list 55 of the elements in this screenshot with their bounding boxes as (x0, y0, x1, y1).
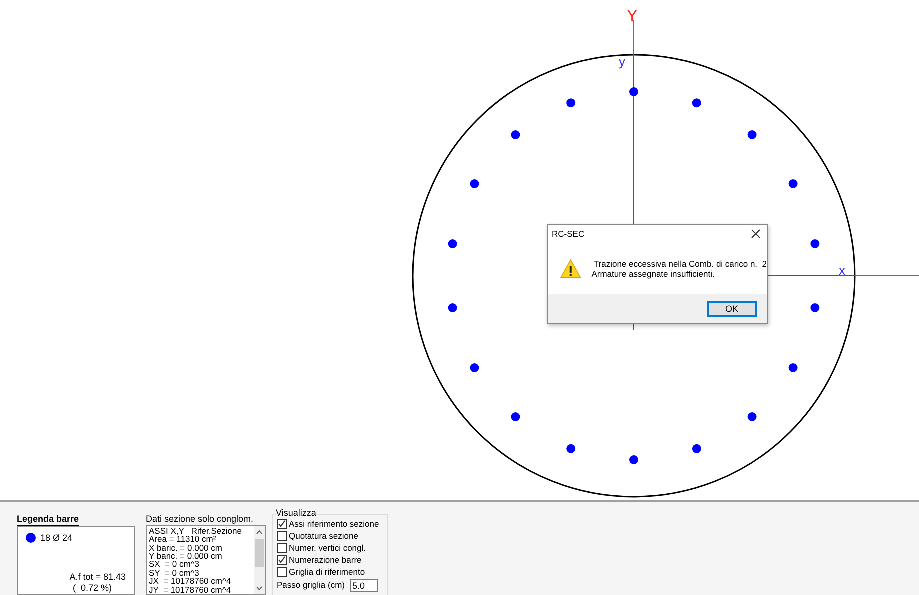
axis-label: y (619, 55, 626, 68)
scroll-down-icon[interactable] (256, 586, 263, 591)
legend-item-label: 18 Ø 24 (40, 532, 73, 544)
checkbox-label: Griglia di riferimento (289, 566, 366, 578)
group-title: Visualizza (276, 509, 316, 518)
data-line: ASSI X,Y Rifer.Sezione (149, 526, 243, 536)
rebar-dot (788, 364, 798, 372)
rebar-dot (470, 180, 480, 188)
rebar-dot (810, 304, 820, 312)
rebar-dot (692, 444, 702, 454)
rebar-dot (470, 364, 480, 372)
section-data-title: Dati sezione solo conglom. (146, 514, 255, 525)
rebar-dot (511, 412, 520, 422)
percent-text: ( 0.72 %) (72, 583, 112, 594)
rebar-dot (748, 130, 757, 140)
warning-icon (560, 258, 582, 278)
data-line: SY = 0 cm^3 (149, 568, 200, 578)
data-line: Y baric. = 0.000 cm (149, 552, 224, 560)
message-text: Trazione eccessiva nella Comb. di carico n. 2 Armature assegnate insufficienti. (592, 258, 767, 278)
rebar-dot (788, 180, 798, 188)
data-line: JX = 10178760 cm^4 (149, 577, 232, 586)
data-line: Area = 11310 cm² (149, 535, 216, 544)
data-line: SX = 0 cm^3 (149, 560, 200, 569)
rebar-dot (810, 240, 820, 248)
checkbox[interactable] (277, 543, 287, 553)
rebar-dot (448, 240, 458, 248)
field-label: Passo griglia (cm) (277, 580, 346, 591)
data-line: X baric. = 0.000 cm (149, 544, 224, 552)
rebar-dot (748, 412, 757, 422)
checkbox-label: Numer. vertici congl. (289, 542, 366, 554)
scrollbar[interactable] (254, 526, 265, 594)
close-icon[interactable] (751, 229, 761, 239)
data-line: JY = 10178760 cm^4 (149, 586, 232, 594)
axis-label: Y (627, 9, 638, 25)
rebar-dot (448, 304, 458, 312)
checkbox-label: Assi riferimento sezione (289, 518, 380, 530)
checkbox-label: Numerazione barre (289, 554, 362, 566)
rebar-dot (566, 444, 576, 454)
scroll-up-icon[interactable] (256, 530, 263, 535)
rebar-dot (630, 456, 638, 464)
checkbox[interactable] (277, 555, 287, 565)
checkbox-label: Quotatura sezione (289, 530, 358, 542)
rebar-dot (511, 130, 520, 140)
rebar-dot (630, 88, 638, 96)
checkbox[interactable] (277, 567, 287, 577)
ok-button[interactable]: OK (707, 300, 757, 316)
rebar-dot (566, 98, 576, 108)
window-title: RC-SEC (552, 228, 585, 240)
checkbox[interactable] (277, 519, 287, 529)
scroll-thumb[interactable] (255, 538, 264, 567)
total-area-text: A.f tot = 81.43 (70, 572, 126, 584)
grid-step-field[interactable]: 5.0 (350, 579, 378, 592)
rebar-dot (692, 98, 702, 108)
checkbox[interactable] (277, 531, 287, 541)
axis-label: x (839, 264, 846, 277)
